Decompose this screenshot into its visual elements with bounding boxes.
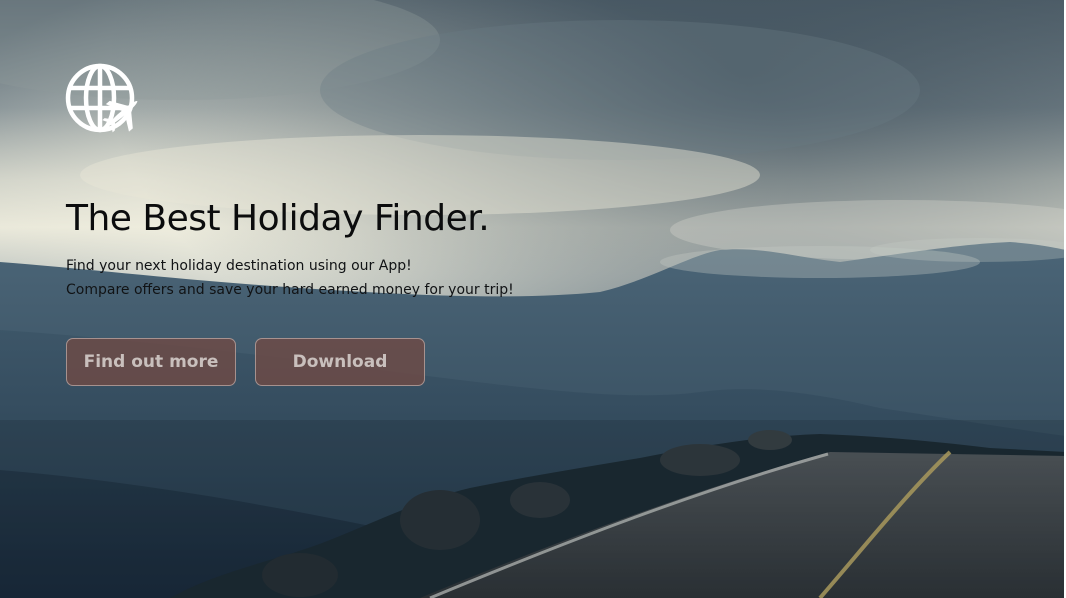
- background-landscape-image: [0, 0, 1066, 598]
- hero-section: The Best Holiday Finder. Find your next …: [0, 0, 1066, 598]
- subtitle-line-1: Find your next holiday destination using…: [66, 258, 412, 274]
- download-button[interactable]: Download: [255, 338, 425, 386]
- find-out-more-button[interactable]: Find out more: [66, 338, 236, 386]
- page-title: The Best Holiday Finder.: [66, 198, 490, 239]
- globe-airplane-icon: [65, 63, 138, 133]
- subtitle-line-2: Compare offers and save your hard earned…: [66, 282, 514, 298]
